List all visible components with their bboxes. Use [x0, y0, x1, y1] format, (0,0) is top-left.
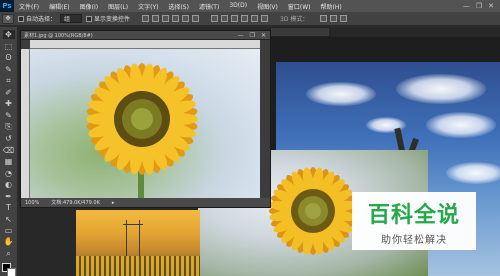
hand-tool-icon[interactable]: ✋ — [3, 237, 15, 246]
checkbox-icon — [18, 15, 24, 22]
blur-tool-icon[interactable]: ◔ — [3, 169, 15, 178]
watermark-title: 百科全说 — [367, 202, 460, 228]
distribute-left-icon[interactable] — [241, 15, 249, 22]
menu-item[interactable]: 帮助(H) — [316, 2, 347, 11]
zoom-tool-icon[interactable]: ⌕ — [3, 249, 15, 259]
pen-tool-icon[interactable]: ✒ — [3, 191, 15, 201]
active-document-window[interactable]: 素材1.jpg @ 100%(RGB/8#) — ❐ ✕ 100% 文档:479… — [20, 30, 271, 208]
mode-3d-icons — [320, 15, 348, 22]
document-info[interactable]: 文档:479.0K/479.0K — [51, 199, 100, 206]
history-brush-tool-icon[interactable]: ↺ — [3, 134, 15, 143]
distribute-center-icon[interactable] — [251, 15, 259, 22]
align-bottom-icon[interactable] — [162, 15, 170, 22]
close-icon[interactable]: ✕ — [488, 2, 494, 10]
show-transform-checkbox[interactable]: 显示变换控件 — [86, 14, 130, 23]
auto-select-checkbox[interactable]: 自动选择： — [18, 14, 56, 23]
crop-tool-icon[interactable]: ⌗ — [3, 76, 15, 86]
sunflower-field-image — [76, 210, 200, 276]
healing-tool-icon[interactable]: ✚ — [3, 99, 15, 108]
sunflower-center-core — [131, 108, 153, 130]
minimize-icon[interactable]: — — [463, 2, 470, 10]
eyedropper-tool-icon[interactable]: ✐ — [3, 88, 15, 97]
vertical-ruler[interactable] — [21, 49, 30, 199]
document-status-bar: 100% 文档:479.0K/479.0K ▸ — [21, 198, 270, 207]
dodge-tool-icon[interactable]: ◐ — [3, 180, 15, 189]
brush-tool-icon[interactable]: ✎ — [3, 111, 15, 120]
menu-item[interactable]: 文字(Y) — [133, 2, 163, 11]
mode-3d-label: 3D 模式： — [280, 16, 309, 23]
distribute-bottom-icon[interactable] — [231, 15, 239, 22]
menu-item[interactable]: 视图(V) — [252, 2, 283, 11]
distribute-top-icon[interactable] — [211, 15, 219, 22]
menu-item[interactable]: 编辑(E) — [44, 2, 74, 11]
status-arrow-icon[interactable]: ▸ — [112, 200, 115, 206]
background-doc-tab[interactable] — [270, 27, 330, 37]
distribute-icons — [211, 15, 269, 22]
menu-item[interactable]: 3D(D) — [224, 2, 252, 11]
document-window-controls: — ❐ ✕ — [238, 32, 270, 39]
type-tool-icon[interactable]: T — [3, 203, 15, 212]
field-flowers — [76, 256, 200, 276]
options-bar: ✥ 自动选择： 组 显示变换控件 3D 模式： — [0, 12, 500, 26]
menu-bar: Ps 文件(F) 编辑(E) 图像(I) 图层(L) 文字(Y) 选择(S) 滤镜(T) 3D… — [0, 0, 500, 12]
align-top-icon[interactable] — [142, 15, 150, 22]
move-tool-preset-icon[interactable]: ✥ — [2, 13, 14, 24]
doc-restore-icon[interactable]: ❐ — [250, 32, 255, 39]
lasso-tool-icon[interactable]: ʘ — [3, 53, 15, 62]
menu-items: 文件(F) 编辑(E) 图像(I) 图层(L) 文字(Y) 选择(S) 滤镜(T) 3D(D)… — [14, 2, 347, 11]
shape-tool-icon[interactable]: ▭ — [3, 226, 15, 235]
orbit-3d-icon[interactable] — [320, 15, 328, 22]
sunflower-graphic — [86, 63, 198, 199]
distribute-right-icon[interactable] — [261, 15, 269, 22]
cloud — [446, 162, 500, 184]
menu-item[interactable]: 图层(L) — [103, 2, 133, 11]
cloud — [306, 82, 376, 106]
tools-panel: ✥ ⬚ ʘ ✎ ⌗ ✐ ✚ ✎ ⎘ ↺ ⌫ ▦ ◔ ◐ ✒ T ↖ ▭ ✋ ⌕ — [0, 27, 18, 276]
watermark-subtitle: 助你轻松解决 — [381, 234, 447, 246]
checkbox-icon — [86, 15, 93, 22]
cloud — [426, 112, 496, 138]
gradient-tool-icon[interactable]: ▦ — [3, 157, 15, 166]
move-tool-icon[interactable]: ✥ — [2, 30, 15, 40]
document-canvas[interactable] — [30, 49, 260, 199]
menu-item[interactable]: 图像(I) — [75, 2, 103, 11]
photoshop-logo-icon: Ps — [0, 0, 14, 12]
marquee-tool-icon[interactable]: ⬚ — [3, 41, 15, 51]
auto-select-label: 自动选择： — [26, 16, 57, 23]
sunflower-center-core — [305, 203, 321, 219]
color-swatches[interactable] — [1, 262, 16, 276]
background-color-swatch[interactable] — [6, 267, 16, 276]
restore-icon[interactable]: ❐ — [476, 2, 482, 10]
align-icons — [142, 15, 200, 22]
auto-select-dropdown[interactable]: 组 — [60, 14, 83, 23]
document-title: 素材1.jpg @ 100%(RGB/8#) — [24, 32, 93, 39]
eraser-tool-icon[interactable]: ⌫ — [3, 146, 15, 155]
align-center-icon[interactable] — [182, 15, 190, 22]
menu-item[interactable]: 窗口(W) — [283, 2, 316, 11]
path-select-tool-icon[interactable]: ↖ — [3, 214, 15, 224]
align-middle-icon[interactable] — [152, 15, 160, 22]
roll-3d-icon[interactable] — [330, 15, 338, 22]
menu-item[interactable]: 滤镜(T) — [194, 2, 224, 11]
clone-stamp-tool-icon[interactable]: ⎘ — [3, 122, 15, 132]
power-pylon — [123, 220, 143, 260]
document-title-bar[interactable]: 素材1.jpg @ 100%(RGB/8#) — ❐ ✕ — [21, 31, 270, 40]
zoom-level[interactable]: 100% — [25, 200, 39, 206]
horizontal-ruler[interactable] — [30, 40, 260, 49]
window-controls: — ❐ ✕ — [463, 2, 500, 10]
pan-3d-icon[interactable] — [340, 15, 348, 22]
align-left-icon[interactable] — [172, 15, 180, 22]
distribute-middle-icon[interactable] — [221, 15, 229, 22]
quick-select-tool-icon[interactable]: ✎ — [3, 64, 15, 74]
cloud — [396, 74, 486, 104]
align-right-icon[interactable] — [192, 15, 200, 22]
doc-close-icon[interactable]: ✕ — [261, 32, 266, 39]
show-transform-label: 显示变换控件 — [94, 16, 131, 23]
menu-item[interactable]: 选择(S) — [163, 2, 194, 11]
doc-minimize-icon[interactable]: — — [238, 32, 244, 39]
menu-item[interactable]: 文件(F) — [14, 2, 44, 11]
watermark-badge: 百科全说 助你轻松解决 — [352, 192, 476, 250]
